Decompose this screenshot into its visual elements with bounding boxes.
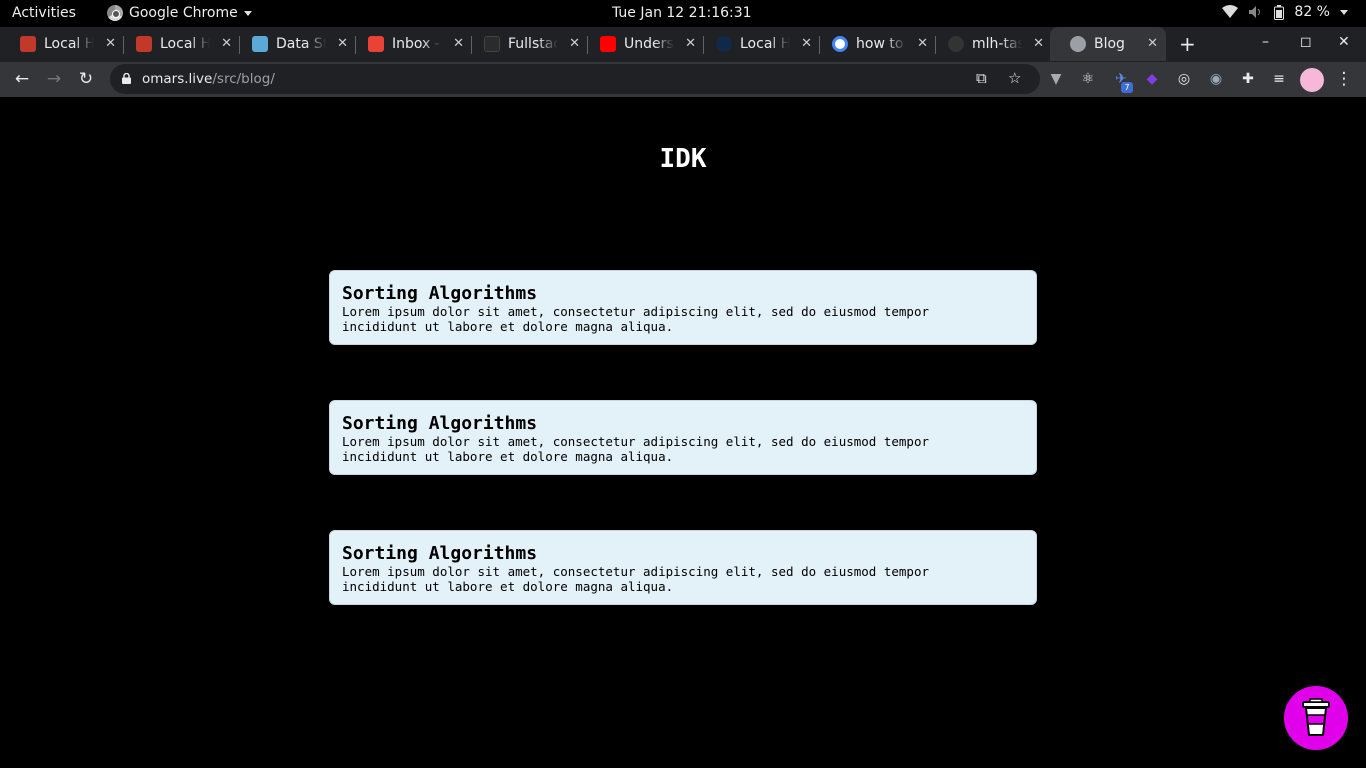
close-window-icon[interactable]: ✕ bbox=[1338, 34, 1350, 50]
tab-strip: Local Hack Day ✕ Local Hack Day ✕ Data S… bbox=[0, 27, 1366, 62]
close-icon[interactable]: ✕ bbox=[221, 36, 232, 51]
system-top-bar: Activities Google Chrome Tue Jan 12 21:1… bbox=[0, 0, 1366, 27]
google-icon bbox=[832, 36, 848, 52]
close-icon[interactable]: ✕ bbox=[1033, 36, 1044, 51]
address-bar[interactable]: omars.live/src/blog/ bbox=[110, 64, 1040, 94]
post-title[interactable]: Sorting Algorithms bbox=[342, 413, 537, 434]
browser-toolbar: ← → ↻ omars.live/src/blog/ ⧉ ☆ ▼ ⚛ ✈ 7 ◆… bbox=[0, 62, 1366, 97]
tab-title: mlh-tasks bbox=[972, 36, 1022, 52]
minimize-icon[interactable]: – bbox=[1262, 34, 1269, 50]
tab-local-hack-day-1[interactable]: Local Hack Day ✕ bbox=[0, 27, 124, 61]
tab-fullstack[interactable]: Fullstack ✕ bbox=[464, 27, 588, 61]
react-devtools-icon[interactable]: ⚛ bbox=[1079, 70, 1097, 88]
tab-data-structures[interactable]: Data Structures ✕ bbox=[232, 27, 356, 61]
globe-icon bbox=[1070, 36, 1086, 52]
blog-post-card[interactable]: Sorting Algorithms Lorem ipsum dolor sit… bbox=[329, 530, 1037, 605]
blog-post-card[interactable]: Sorting Algorithms Lorem ipsum dolor sit… bbox=[329, 270, 1037, 345]
puzzle-icon[interactable]: ✚ bbox=[1239, 70, 1257, 88]
favicon-icon bbox=[252, 36, 268, 52]
star-icon[interactable]: ☆ bbox=[1008, 69, 1021, 87]
volume-icon bbox=[1249, 6, 1261, 18]
battery-percent: 82 % bbox=[1294, 4, 1330, 20]
forward-arrow-icon[interactable]: → bbox=[43, 68, 65, 90]
tab-title: Local Hack Day bbox=[740, 36, 790, 52]
close-icon[interactable]: ✕ bbox=[801, 36, 812, 51]
gmail-icon bbox=[368, 36, 384, 52]
url-text: omars.live/src/blog/ bbox=[142, 71, 275, 87]
vue-devtools-icon[interactable]: ▼ bbox=[1047, 70, 1065, 88]
favicon-icon bbox=[716, 36, 732, 52]
media-icon[interactable]: ≡ bbox=[1270, 70, 1288, 88]
more-menu-icon[interactable]: ⋮ bbox=[1333, 68, 1355, 90]
favicon-icon bbox=[484, 36, 500, 52]
github-icon bbox=[948, 36, 964, 52]
close-icon[interactable]: ✕ bbox=[105, 36, 116, 51]
wifi-icon bbox=[1222, 5, 1239, 18]
tab-title: Local Hack Day bbox=[160, 36, 210, 52]
close-icon[interactable]: ✕ bbox=[569, 36, 580, 51]
youtube-icon bbox=[600, 36, 616, 52]
chevron-down-icon bbox=[243, 10, 252, 16]
extension-icon[interactable]: ◆ bbox=[1143, 70, 1161, 88]
tab-title: Data Structures bbox=[276, 36, 326, 52]
new-tab-button[interactable]: + bbox=[1179, 32, 1196, 56]
extension-icon[interactable]: ◎ bbox=[1175, 70, 1193, 88]
profile-avatar[interactable] bbox=[1300, 68, 1324, 92]
battery-icon bbox=[1274, 4, 1285, 20]
post-excerpt: Lorem ipsum dolor sit amet, consectetur … bbox=[342, 564, 929, 594]
tab-title: Understanding bbox=[624, 36, 674, 52]
tab-title: Inbox - Gmail bbox=[392, 36, 442, 52]
reload-icon[interactable]: ↻ bbox=[75, 68, 97, 90]
coffee-cup-icon bbox=[1302, 698, 1330, 736]
tab-local-hack-day-3[interactable]: Local Hack Day ✕ bbox=[696, 27, 820, 61]
favicon-icon bbox=[20, 36, 36, 52]
coffee-cup-button[interactable] bbox=[1284, 686, 1348, 750]
clock[interactable]: Tue Jan 12 21:16:31 bbox=[612, 5, 752, 21]
maximize-icon[interactable]: ◻ bbox=[1300, 34, 1312, 50]
open-external-icon[interactable]: ⧉ bbox=[976, 69, 987, 87]
extension-icon[interactable]: ◉ bbox=[1207, 70, 1225, 88]
chrome-icon bbox=[107, 5, 123, 21]
tab-google-search[interactable]: how to ✕ bbox=[812, 27, 936, 61]
url-domain: omars.live bbox=[142, 71, 213, 87]
blog-post-card[interactable]: Sorting Algorithms Lorem ipsum dolor sit… bbox=[329, 400, 1037, 475]
post-title[interactable]: Sorting Algorithms bbox=[342, 543, 537, 564]
post-excerpt: Lorem ipsum dolor sit amet, consectetur … bbox=[342, 304, 929, 334]
post-excerpt: Lorem ipsum dolor sit amet, consectetur … bbox=[342, 434, 929, 464]
chevron-down-icon bbox=[1340, 9, 1348, 15]
extension-badge: 7 bbox=[1121, 82, 1133, 93]
tab-title: Fullstack bbox=[508, 36, 558, 52]
app-menu[interactable]: Google Chrome bbox=[107, 5, 252, 21]
close-icon[interactable]: ✕ bbox=[337, 36, 348, 51]
page-title: IDK bbox=[659, 144, 707, 174]
close-icon[interactable]: ✕ bbox=[453, 36, 464, 51]
close-icon[interactable]: ✕ bbox=[685, 36, 696, 51]
tab-blog[interactable]: Blog ✕ bbox=[1050, 27, 1166, 61]
tab-title: how to bbox=[856, 36, 904, 52]
lock-icon bbox=[122, 73, 131, 84]
favicon-icon bbox=[136, 36, 152, 52]
tab-mlh-tasks[interactable]: mlh-tasks ✕ bbox=[928, 27, 1052, 61]
page-content: IDK Sorting Algorithms Lorem ipsum dolor… bbox=[0, 97, 1366, 768]
tab-inbox[interactable]: Inbox - Gmail ✕ bbox=[348, 27, 472, 61]
back-arrow-icon[interactable]: ← bbox=[11, 68, 33, 90]
close-icon[interactable]: ✕ bbox=[917, 36, 928, 51]
url-path: /src/blog/ bbox=[212, 71, 275, 87]
tab-title: Local Hack Day bbox=[44, 36, 94, 52]
system-tray[interactable]: 82 % bbox=[1222, 4, 1348, 20]
post-title[interactable]: Sorting Algorithms bbox=[342, 283, 537, 304]
tab-local-hack-day-2[interactable]: Local Hack Day ✕ bbox=[116, 27, 240, 61]
tab-title: Blog bbox=[1094, 36, 1125, 52]
app-name: Google Chrome bbox=[129, 5, 238, 21]
tab-understanding[interactable]: Understanding ✕ bbox=[580, 27, 704, 61]
close-icon[interactable]: ✕ bbox=[1147, 36, 1158, 51]
activities-button[interactable]: Activities bbox=[12, 5, 76, 21]
